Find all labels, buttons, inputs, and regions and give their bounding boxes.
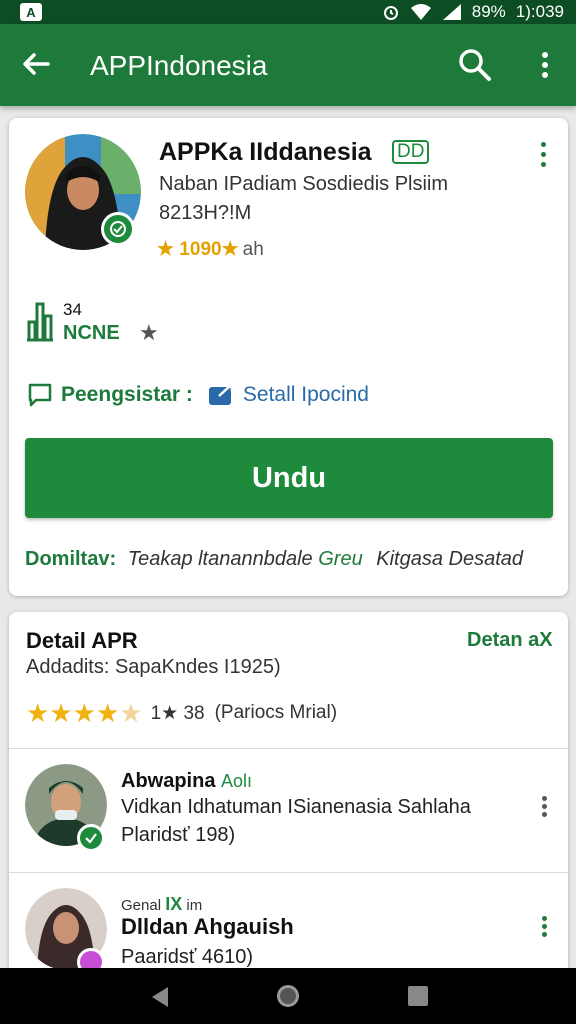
info-value-1: Teakap ltanannbdale: [127, 548, 313, 570]
info-key: Domiltav:: [25, 548, 117, 570]
app-rating: ★ 1090★ ah: [157, 238, 264, 261]
reviewer-avatar-wrap: [25, 764, 107, 852]
info-row: Domiltav: Teakap ltanannbdale Greu Kitga…: [25, 548, 523, 571]
app-badge: DD: [392, 140, 430, 164]
nav-home-icon[interactable]: [277, 985, 299, 1007]
app-rating-value: ★ 1090★: [157, 239, 239, 260]
reviewer-tag: Aolı: [221, 771, 253, 791]
battery-percent: 89%: [471, 2, 506, 21]
star-icon: ★: [72, 698, 96, 728]
app-subtitle: Naban IPadiam Sosdiedis Plsiim: [159, 173, 449, 195]
review-heading-text: Genal: [121, 897, 162, 914]
register-label: Peengsistar :: [61, 383, 193, 406]
review-more-icon[interactable]: [537, 916, 553, 942]
review-date: Plaridsť 198): [121, 824, 236, 846]
divider: [9, 748, 568, 749]
metric-number: 34: [63, 300, 82, 319]
wifi-icon: [410, 4, 431, 20]
detail-subtitle: Addadits: SapaKndes I1925): [26, 656, 281, 678]
star-icon: ★: [95, 698, 120, 728]
app-rating-suffix: ah: [242, 238, 264, 260]
review-date: Paaridsť 4610): [121, 946, 254, 968]
star-icon: ★: [49, 698, 73, 728]
app-title: APPKa IIddanesia: [159, 138, 372, 166]
more-vert-icon[interactable]: [530, 46, 560, 84]
review-more-icon[interactable]: [537, 796, 553, 822]
star-icon: ★: [26, 698, 50, 728]
nav-recent-icon[interactable]: [408, 986, 428, 1006]
reviewer-name: Dlldan Ahgauish: [121, 914, 294, 939]
status-bar-left: A: [20, 3, 42, 21]
signal-icon: [442, 4, 461, 20]
divider: [9, 872, 568, 873]
info-value-2: Greu: [318, 548, 363, 570]
detail-link[interactable]: Detan aX: [467, 629, 553, 652]
chat-icon: [28, 383, 52, 407]
open-external-icon: [208, 383, 234, 405]
review-text: Vidkan Idhatuman ISianenasia Sahlaha: [121, 796, 471, 818]
search-icon[interactable]: [456, 46, 494, 84]
verified-badge-icon: [101, 212, 135, 246]
review-heading-tag: IX: [165, 894, 183, 914]
reviewer-name-text: Abwapina: [121, 770, 216, 792]
nav-back-icon[interactable]: [150, 986, 170, 1008]
detail-card: Detail APR Detan aX Addadits: SapaKndes …: [9, 612, 568, 982]
status-bar: A 89% 1):039: [0, 0, 576, 24]
clock: 1):039: [515, 2, 564, 21]
rating-count: 1★ 38: [150, 702, 205, 724]
chart-bar-icon: [27, 302, 53, 342]
app-bar-title: APPIndonesia: [90, 50, 268, 81]
info-value-3: Kitgasa Desatad: [376, 548, 524, 570]
app-info-card: APPKa IIddanesia DD Naban IPadiam Sosdie…: [9, 118, 568, 596]
star-icon: ★: [139, 320, 159, 345]
reviewer-name: Abwapina Aolı: [121, 770, 252, 793]
detail-rating: ★ ★ ★ ★ ★ 1★ 38 (Pariocs Mrial): [26, 700, 337, 726]
app-card-more-icon[interactable]: [536, 142, 552, 168]
install-button[interactable]: Undu: [25, 438, 553, 518]
verified-badge-icon: [77, 824, 105, 852]
reviewer-avatar-wrap: [25, 888, 107, 976]
register-value[interactable]: Setall Ipocind: [243, 383, 369, 407]
status-bar-right: 89% 1):039: [382, 2, 564, 22]
app-code: 8213H?!M: [159, 202, 252, 224]
app-avatar-wrap: [25, 134, 141, 250]
register-row: Peengsistar : Setall Ipocind: [27, 380, 369, 410]
detail-title: Detail APR: [26, 628, 138, 653]
metric-block: 34 NCNE ★: [25, 300, 165, 348]
metric-label: NCNE: [63, 322, 120, 344]
back-arrow-icon[interactable]: [18, 46, 54, 82]
star-half-icon: ★: [119, 698, 143, 728]
app-notification-icon: A: [20, 3, 42, 21]
review-heading-suffix: im: [186, 897, 203, 914]
rating-extra: (Pariocs Mrial): [214, 702, 338, 723]
system-nav-bar: [0, 968, 576, 1024]
review-heading: Genal IX im: [121, 894, 202, 915]
app-bar: APPIndonesia: [0, 24, 576, 106]
alarm-icon: [383, 6, 398, 20]
